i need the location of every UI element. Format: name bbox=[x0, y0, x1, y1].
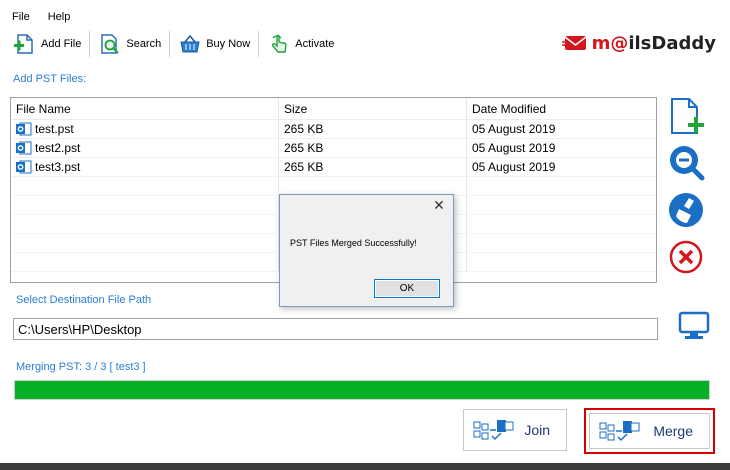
join-icon bbox=[473, 420, 514, 441]
magnifier-icon bbox=[670, 146, 705, 181]
merging-status: Merging PST: 3 / 3 [ test3 ] bbox=[16, 361, 146, 373]
mailsdaddy-logo: m@ilsDaddy bbox=[561, 30, 716, 56]
menu-bar: File Help bbox=[0, 8, 730, 26]
destination-path-field[interactable]: C:\Users\HP\Desktop bbox=[13, 318, 658, 340]
outlook-file-icon bbox=[16, 122, 32, 136]
merge-progress-bar bbox=[14, 380, 710, 400]
toolbar-separator bbox=[169, 31, 171, 57]
table-row[interactable]: test3.pst 265 KB 05 August 2019 bbox=[11, 158, 656, 177]
merge-highlight: Merge bbox=[584, 408, 715, 454]
file-size: 265 KB bbox=[279, 120, 467, 138]
grid-header: File Name Size Date Modified bbox=[11, 98, 656, 120]
table-row[interactable]: test2.pst 265 KB 05 August 2019 bbox=[11, 139, 656, 158]
join-label: Join bbox=[524, 422, 550, 438]
activate-label: Activate bbox=[295, 38, 335, 50]
file-date: 05 August 2019 bbox=[472, 160, 556, 174]
file-name: test2.pst bbox=[35, 141, 81, 155]
logo-envelope-icon bbox=[561, 36, 587, 50]
add-file-icon bbox=[13, 32, 37, 56]
column-header-date[interactable]: Date Modified bbox=[467, 98, 656, 119]
logo-text: m@ilsDaddy bbox=[592, 33, 716, 54]
join-button[interactable]: Join bbox=[463, 409, 567, 451]
window-top-strip bbox=[0, 0, 730, 6]
menu-file[interactable]: File bbox=[12, 11, 30, 23]
dialog-message: PST Files Merged Successfully! bbox=[290, 238, 417, 248]
basket-icon bbox=[178, 32, 202, 56]
progress-fill bbox=[15, 381, 709, 399]
add-file-button[interactable]: Add File bbox=[8, 29, 86, 59]
buy-now-button[interactable]: Buy Now bbox=[173, 29, 255, 59]
remove-icon bbox=[669, 240, 703, 274]
activate-hand-icon bbox=[267, 32, 291, 56]
file-name: test3.pst bbox=[35, 160, 81, 174]
search-icon bbox=[98, 32, 122, 56]
activate-button[interactable]: Activate bbox=[262, 29, 339, 59]
table-row[interactable]: test.pst 265 KB 05 August 2019 bbox=[11, 120, 656, 139]
add-file-label: Add File bbox=[41, 38, 82, 50]
column-header-name[interactable]: File Name bbox=[11, 98, 279, 119]
logo-suffix: ilsDaddy bbox=[628, 32, 716, 54]
logo-at: @ bbox=[610, 32, 629, 54]
browse-button[interactable] bbox=[674, 309, 714, 343]
add-document-button[interactable] bbox=[666, 97, 706, 137]
merge-label: Merge bbox=[653, 423, 693, 439]
add-pst-label: Add PST Files: bbox=[13, 73, 87, 85]
outlook-file-icon bbox=[16, 141, 32, 155]
merge-icon bbox=[599, 421, 640, 442]
clear-list-button[interactable] bbox=[666, 190, 706, 230]
remove-file-button[interactable] bbox=[666, 237, 706, 277]
destination-label: Select Destination File Path bbox=[16, 294, 152, 306]
close-icon[interactable]: ✕ bbox=[432, 198, 446, 212]
outlook-file-icon bbox=[16, 160, 32, 174]
toolbar-separator bbox=[258, 31, 260, 57]
ok-button[interactable]: OK bbox=[374, 279, 440, 298]
file-date: 05 August 2019 bbox=[472, 141, 556, 155]
file-date: 05 August 2019 bbox=[472, 122, 556, 136]
file-size: 265 KB bbox=[279, 158, 467, 176]
taskbar-strip bbox=[0, 463, 730, 470]
add-document-icon bbox=[671, 98, 704, 134]
search-files-button[interactable] bbox=[666, 142, 706, 182]
menu-help[interactable]: Help bbox=[48, 11, 71, 23]
merge-button[interactable]: Merge bbox=[589, 413, 710, 449]
file-name: test.pst bbox=[35, 122, 74, 136]
brush-icon bbox=[669, 193, 703, 227]
file-size: 265 KB bbox=[279, 139, 467, 157]
toolbar-separator bbox=[89, 31, 91, 57]
monitor-icon bbox=[678, 311, 710, 339]
success-dialog: ✕ PST Files Merged Successfully! OK bbox=[279, 194, 454, 307]
search-label: Search bbox=[126, 38, 162, 50]
search-button[interactable]: Search bbox=[93, 29, 166, 59]
buy-now-label: Buy Now bbox=[206, 38, 251, 50]
logo-prefix: m bbox=[591, 32, 611, 54]
column-header-size[interactable]: Size bbox=[279, 98, 467, 119]
